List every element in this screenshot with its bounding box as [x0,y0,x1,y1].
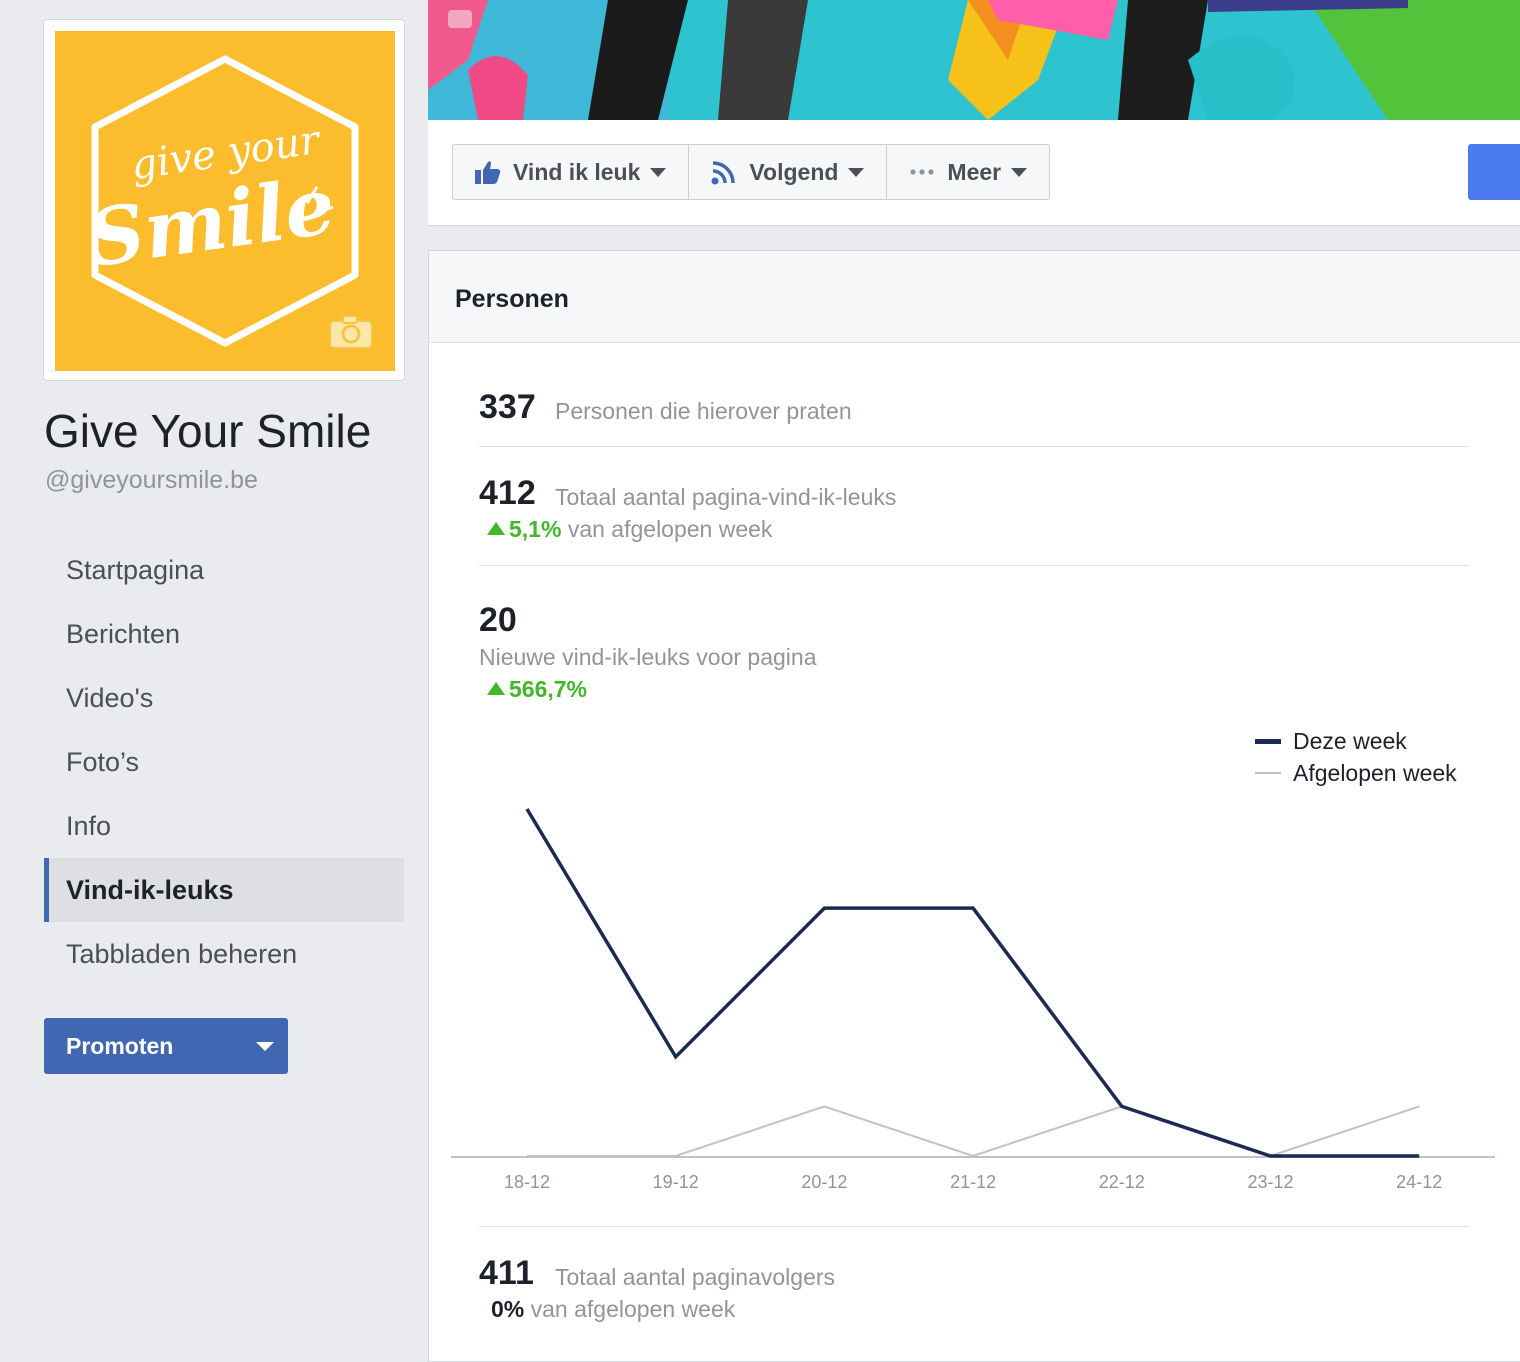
series-last-week-point[interactable] [670,1150,682,1162]
nav-item-startpagina[interactable]: Startpagina [44,538,404,602]
profile-picture[interactable]: give your Smile [55,31,395,371]
x-tick-label: 23-12 [1247,1172,1293,1192]
series-last-week-point[interactable] [521,1150,533,1162]
x-tick-label: 20-12 [801,1172,847,1192]
series-this-week-point[interactable] [1413,1150,1425,1162]
series-this-week-line[interactable] [525,808,1420,1158]
series-last-week-point[interactable] [818,1100,830,1112]
series-this-week-point[interactable] [670,1051,682,1063]
divider [479,1226,1469,1227]
nav-item-info[interactable]: Info [44,794,404,858]
cover-graffiti-image [428,0,1520,120]
page-action-buttons: Vind ik leuk Volgend Meer [452,144,1051,200]
rss-follow-icon [711,161,736,185]
series-this-week-point[interactable] [967,902,979,914]
series-last-week-line[interactable] [527,1105,1420,1158]
more-button[interactable]: Meer [887,145,1049,199]
page-navigation: Startpagina Berichten Video's Foto’s Inf… [44,538,404,986]
like-button-label: Vind ik leuk [513,158,641,185]
followers-change-value: 0% [491,1296,525,1322]
nav-item-videos[interactable]: Video's [44,666,404,730]
series-this-week-point[interactable] [1116,1100,1128,1112]
x-tick-label: 18-12 [504,1172,550,1192]
cover-photo[interactable] [428,0,1520,120]
camera-icon[interactable] [329,315,373,349]
series-last-week-point[interactable] [1413,1100,1425,1112]
series-this-week-point[interactable] [521,803,533,815]
thumbs-up-icon [475,161,501,184]
chevron-down-icon [1011,167,1028,177]
insights-card: Personen 337 Personen die hierover prate… [428,250,1520,1362]
x-tick-label: 24-12 [1396,1172,1442,1192]
chevron-down-icon[interactable] [256,1042,274,1051]
more-button-label: Meer [947,158,1002,185]
nav-item-berichten[interactable]: Berichten [44,602,404,666]
x-tick-label: 21-12 [950,1172,996,1192]
page-name[interactable]: Give Your Smile [44,404,371,458]
nav-item-tabbladen-beheren[interactable]: Tabbladen beheren [44,922,404,986]
like-button[interactable]: Vind ik leuk [453,145,690,199]
page-handle[interactable]: @giveyoursmile.be [45,466,258,495]
promote-button-label: Promoten [66,1033,174,1059]
followers-change: 0% van afgelopen week [491,1296,735,1323]
follow-button-label: Volgend [749,158,839,185]
chevron-down-icon [848,167,865,177]
followers-label: Totaal aantal paginavolgers [555,1264,836,1290]
followers-count: 411 [479,1254,534,1292]
logo-text-main: Smile [82,160,340,285]
primary-action-button[interactable] [1468,144,1520,200]
nav-item-fotos[interactable]: Foto’s [44,730,404,794]
followers-change-suffix: van afgelopen week [530,1296,736,1322]
promote-button[interactable]: Promoten [44,1018,288,1074]
series-this-week-point[interactable] [1265,1150,1277,1162]
new-likes-line-chart: 18-12 19-12 20-12 21-12 22-12 23-12 24-12 [451,803,1495,1192]
more-dots-icon [910,169,935,175]
series-last-week-point[interactable] [967,1150,979,1162]
series-this-week-point[interactable] [818,902,830,914]
x-tick-label: 22-12 [1099,1172,1145,1192]
x-tick-label: 19-12 [653,1172,699,1192]
page-action-bar: Vind ik leuk Volgend Meer [428,120,1520,226]
chevron-down-icon [650,167,667,177]
profile-picture-frame[interactable]: give your Smile [43,19,405,381]
nav-item-vind-ik-leuks[interactable]: Vind-ik-leuks [44,858,404,922]
follow-button[interactable]: Volgend [689,145,888,199]
